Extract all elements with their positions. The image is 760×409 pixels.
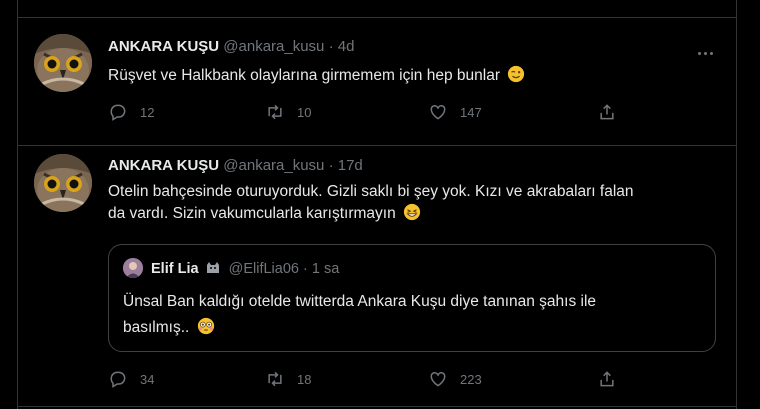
quote-text-content: basılmış.. <box>123 319 190 336</box>
like-icon <box>430 371 446 387</box>
separator: · <box>328 157 334 174</box>
tweet-text-content: Rüşvet ve Halkbank olaylarına girmemem i… <box>108 67 500 84</box>
reply-count: 12 <box>140 104 155 120</box>
divider <box>18 406 736 407</box>
author-handle[interactable]: @ankara_kusu <box>223 38 324 55</box>
tweet-header: ANKARA KUŞU @ankara_kusu · 17d <box>108 157 363 174</box>
tweet-text: Rüşvet ve Halkbank olaylarına girmemem i… <box>108 65 718 87</box>
owl-avatar-image <box>34 34 92 92</box>
retweet-button[interactable]: 10 <box>265 101 311 123</box>
separator: · <box>302 261 308 277</box>
reply-button[interactable]: 34 <box>108 368 154 390</box>
owl-avatar-image <box>34 154 92 212</box>
timestamp[interactable]: 4d <box>338 38 355 55</box>
quote-text: Ünsal Ban kaldığı otelde twitterda Ankar… <box>123 289 693 341</box>
like-button[interactable]: 147 <box>428 101 482 123</box>
share-button[interactable] <box>597 368 629 390</box>
timeline-column: ANKARA KUŞU @ankara_kusu · 4d Rüşvet ve … <box>17 0 737 409</box>
user-avatar-image <box>123 258 143 278</box>
retweet-count: 18 <box>297 371 312 387</box>
more-icon[interactable] <box>696 42 716 55</box>
share-icon <box>600 371 614 387</box>
author-handle[interactable]: @ankara_kusu <box>223 157 324 174</box>
quote-header: Elif Lia @ElifLia06 · 1 sa <box>151 259 339 277</box>
quote-text-line: Ünsal Ban kaldığı otelde twitterda Ankar… <box>123 293 597 310</box>
like-count: 223 <box>460 371 482 387</box>
reply-icon <box>110 104 126 121</box>
tweet-actions: 34 18 223 <box>108 368 648 390</box>
tweet-2[interactable]: ANKARA KUŞU @ankara_kusu · 17d Otelin ba… <box>18 146 736 408</box>
retweet-count: 10 <box>297 104 312 120</box>
grinning-face-emoji <box>403 203 421 221</box>
retweet-icon <box>268 104 282 120</box>
tweet-actions: 12 10 147 <box>108 101 648 123</box>
author-name[interactable]: ANKARA KUŞU <box>108 157 219 174</box>
tweet-1[interactable]: ANKARA KUŞU @ankara_kusu · 4d Rüşvet ve … <box>18 18 736 145</box>
winking-face-emoji <box>508 65 525 83</box>
like-icon <box>430 104 446 120</box>
quote-author-handle[interactable]: @ElifLia06 <box>229 261 299 277</box>
timestamp[interactable]: 17d <box>338 157 363 174</box>
share-button[interactable] <box>597 101 629 123</box>
cat-icon <box>206 262 219 273</box>
share-icon <box>600 104 614 120</box>
like-count: 147 <box>460 104 482 120</box>
retweet-icon <box>268 371 282 387</box>
tweet-header: ANKARA KUŞU @ankara_kusu · 4d <box>108 38 354 55</box>
reply-icon <box>110 371 126 388</box>
quote-author-name[interactable]: Elif Lia <box>151 261 199 277</box>
quote-avatar[interactable] <box>123 258 143 278</box>
avatar[interactable] <box>34 34 92 92</box>
avatar[interactable] <box>34 154 92 212</box>
quoted-tweet[interactable]: Elif Lia @ElifLia06 · 1 sa Ünsal Ban kal… <box>108 244 716 352</box>
reply-count: 34 <box>140 371 155 387</box>
tweet-text: Otelin bahçesinde oturuyorduk. Gizli sak… <box>108 181 718 225</box>
reply-button[interactable]: 12 <box>108 101 154 123</box>
like-button[interactable]: 223 <box>428 368 482 390</box>
tweet-text-line: Otelin bahçesinde oturuyorduk. Gizli sak… <box>108 183 634 200</box>
flushed-face-emoji <box>197 317 214 335</box>
tweet-text-content: da vardı. Sizin vakumcularla karıştırmay… <box>108 205 396 222</box>
separator: · <box>328 38 334 55</box>
quote-text-line: basılmış.. <box>123 315 693 341</box>
author-name[interactable]: ANKARA KUŞU <box>108 38 219 55</box>
quote-timestamp[interactable]: 1 sa <box>312 261 339 277</box>
tweet-text-line: da vardı. Sizin vakumcularla karıştırmay… <box>108 203 718 225</box>
retweet-button[interactable]: 18 <box>265 368 311 390</box>
